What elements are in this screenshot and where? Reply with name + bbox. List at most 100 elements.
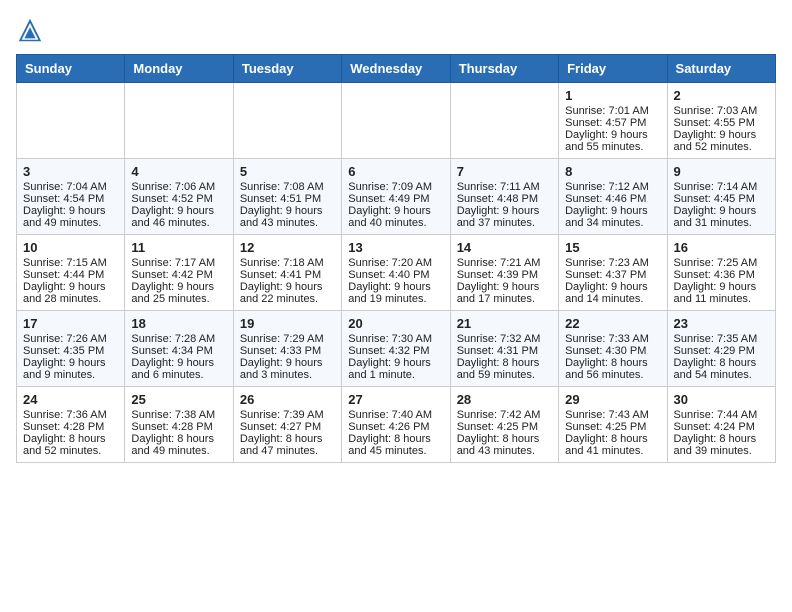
sunrise-text: Sunrise: 7:40 AM	[348, 409, 432, 421]
sunrise-text: Sunrise: 7:32 AM	[457, 333, 541, 345]
sunset-text: Sunset: 4:30 PM	[565, 345, 646, 357]
daylight-text: Daylight: 8 hours and 49 minutes.	[131, 433, 214, 457]
sunrise-text: Sunrise: 7:39 AM	[240, 409, 324, 421]
weekday-header-saturday: Saturday	[667, 55, 775, 83]
calendar-cell: 27 Sunrise: 7:40 AM Sunset: 4:26 PM Dayl…	[342, 387, 450, 463]
calendar-cell: 30 Sunrise: 7:44 AM Sunset: 4:24 PM Dayl…	[667, 387, 775, 463]
calendar-cell: 29 Sunrise: 7:43 AM Sunset: 4:25 PM Dayl…	[559, 387, 667, 463]
calendar-cell: 4 Sunrise: 7:06 AM Sunset: 4:52 PM Dayli…	[125, 159, 233, 235]
day-number: 22	[565, 316, 660, 331]
sunrise-text: Sunrise: 7:09 AM	[348, 181, 432, 193]
sunset-text: Sunset: 4:29 PM	[674, 345, 755, 357]
day-number: 12	[240, 240, 335, 255]
sunset-text: Sunset: 4:25 PM	[565, 421, 646, 433]
daylight-text: Daylight: 9 hours and 40 minutes.	[348, 205, 431, 229]
sunset-text: Sunset: 4:24 PM	[674, 421, 755, 433]
calendar-cell: 8 Sunrise: 7:12 AM Sunset: 4:46 PM Dayli…	[559, 159, 667, 235]
daylight-text: Daylight: 9 hours and 3 minutes.	[240, 357, 323, 381]
calendar-cell: 14 Sunrise: 7:21 AM Sunset: 4:39 PM Dayl…	[450, 235, 558, 311]
day-number: 8	[565, 164, 660, 179]
calendar-cell: 24 Sunrise: 7:36 AM Sunset: 4:28 PM Dayl…	[17, 387, 125, 463]
calendar-cell	[233, 83, 341, 159]
calendar-cell: 10 Sunrise: 7:15 AM Sunset: 4:44 PM Dayl…	[17, 235, 125, 311]
sunrise-text: Sunrise: 7:11 AM	[457, 181, 540, 193]
day-number: 6	[348, 164, 443, 179]
day-number: 20	[348, 316, 443, 331]
daylight-text: Daylight: 8 hours and 43 minutes.	[457, 433, 540, 457]
calendar-cell: 20 Sunrise: 7:30 AM Sunset: 4:32 PM Dayl…	[342, 311, 450, 387]
sunset-text: Sunset: 4:36 PM	[674, 269, 755, 281]
sunset-text: Sunset: 4:32 PM	[348, 345, 429, 357]
day-number: 26	[240, 392, 335, 407]
day-number: 19	[240, 316, 335, 331]
daylight-text: Daylight: 9 hours and 31 minutes.	[674, 205, 757, 229]
sunrise-text: Sunrise: 7:21 AM	[457, 257, 541, 269]
daylight-text: Daylight: 9 hours and 34 minutes.	[565, 205, 648, 229]
calendar-cell: 28 Sunrise: 7:42 AM Sunset: 4:25 PM Dayl…	[450, 387, 558, 463]
sunrise-text: Sunrise: 7:26 AM	[23, 333, 107, 345]
weekday-header-friday: Friday	[559, 55, 667, 83]
day-number: 4	[131, 164, 226, 179]
calendar-cell: 22 Sunrise: 7:33 AM Sunset: 4:30 PM Dayl…	[559, 311, 667, 387]
calendar-header-row: SundayMondayTuesdayWednesdayThursdayFrid…	[17, 55, 776, 83]
sunrise-text: Sunrise: 7:06 AM	[131, 181, 215, 193]
daylight-text: Daylight: 8 hours and 59 minutes.	[457, 357, 540, 381]
sunset-text: Sunset: 4:37 PM	[565, 269, 646, 281]
daylight-text: Daylight: 9 hours and 43 minutes.	[240, 205, 323, 229]
sunset-text: Sunset: 4:31 PM	[457, 345, 538, 357]
day-number: 14	[457, 240, 552, 255]
sunset-text: Sunset: 4:52 PM	[131, 193, 212, 205]
sunset-text: Sunset: 4:27 PM	[240, 421, 321, 433]
day-number: 27	[348, 392, 443, 407]
sunset-text: Sunset: 4:28 PM	[23, 421, 104, 433]
day-number: 21	[457, 316, 552, 331]
calendar-cell: 21 Sunrise: 7:32 AM Sunset: 4:31 PM Dayl…	[450, 311, 558, 387]
page-header	[16, 16, 776, 44]
sunrise-text: Sunrise: 7:42 AM	[457, 409, 541, 421]
calendar-cell: 2 Sunrise: 7:03 AM Sunset: 4:55 PM Dayli…	[667, 83, 775, 159]
daylight-text: Daylight: 9 hours and 19 minutes.	[348, 281, 431, 305]
logo	[16, 16, 48, 44]
daylight-text: Daylight: 9 hours and 37 minutes.	[457, 205, 540, 229]
daylight-text: Daylight: 9 hours and 6 minutes.	[131, 357, 214, 381]
calendar-cell: 6 Sunrise: 7:09 AM Sunset: 4:49 PM Dayli…	[342, 159, 450, 235]
calendar-week-3: 10 Sunrise: 7:15 AM Sunset: 4:44 PM Dayl…	[17, 235, 776, 311]
sunrise-text: Sunrise: 7:14 AM	[674, 181, 758, 193]
calendar-cell: 16 Sunrise: 7:25 AM Sunset: 4:36 PM Dayl…	[667, 235, 775, 311]
calendar-cell: 19 Sunrise: 7:29 AM Sunset: 4:33 PM Dayl…	[233, 311, 341, 387]
sunset-text: Sunset: 4:34 PM	[131, 345, 212, 357]
daylight-text: Daylight: 8 hours and 52 minutes.	[23, 433, 106, 457]
sunset-text: Sunset: 4:39 PM	[457, 269, 538, 281]
calendar-cell: 5 Sunrise: 7:08 AM Sunset: 4:51 PM Dayli…	[233, 159, 341, 235]
day-number: 24	[23, 392, 118, 407]
sunset-text: Sunset: 4:28 PM	[131, 421, 212, 433]
calendar-week-5: 24 Sunrise: 7:36 AM Sunset: 4:28 PM Dayl…	[17, 387, 776, 463]
day-number: 5	[240, 164, 335, 179]
weekday-header-wednesday: Wednesday	[342, 55, 450, 83]
sunset-text: Sunset: 4:26 PM	[348, 421, 429, 433]
day-number: 3	[23, 164, 118, 179]
daylight-text: Daylight: 9 hours and 46 minutes.	[131, 205, 214, 229]
daylight-text: Daylight: 8 hours and 45 minutes.	[348, 433, 431, 457]
sunset-text: Sunset: 4:49 PM	[348, 193, 429, 205]
sunset-text: Sunset: 4:51 PM	[240, 193, 321, 205]
sunrise-text: Sunrise: 7:15 AM	[23, 257, 107, 269]
calendar-table: SundayMondayTuesdayWednesdayThursdayFrid…	[16, 54, 776, 463]
daylight-text: Daylight: 8 hours and 56 minutes.	[565, 357, 648, 381]
day-number: 15	[565, 240, 660, 255]
day-number: 7	[457, 164, 552, 179]
sunrise-text: Sunrise: 7:38 AM	[131, 409, 215, 421]
weekday-header-sunday: Sunday	[17, 55, 125, 83]
daylight-text: Daylight: 8 hours and 47 minutes.	[240, 433, 323, 457]
sunset-text: Sunset: 4:57 PM	[565, 117, 646, 129]
weekday-header-monday: Monday	[125, 55, 233, 83]
calendar-cell: 13 Sunrise: 7:20 AM Sunset: 4:40 PM Dayl…	[342, 235, 450, 311]
sunrise-text: Sunrise: 7:44 AM	[674, 409, 758, 421]
sunrise-text: Sunrise: 7:01 AM	[565, 105, 649, 117]
sunrise-text: Sunrise: 7:29 AM	[240, 333, 324, 345]
daylight-text: Daylight: 9 hours and 22 minutes.	[240, 281, 323, 305]
daylight-text: Daylight: 9 hours and 1 minute.	[348, 357, 431, 381]
calendar-cell: 18 Sunrise: 7:28 AM Sunset: 4:34 PM Dayl…	[125, 311, 233, 387]
calendar-cell: 26 Sunrise: 7:39 AM Sunset: 4:27 PM Dayl…	[233, 387, 341, 463]
sunset-text: Sunset: 4:33 PM	[240, 345, 321, 357]
